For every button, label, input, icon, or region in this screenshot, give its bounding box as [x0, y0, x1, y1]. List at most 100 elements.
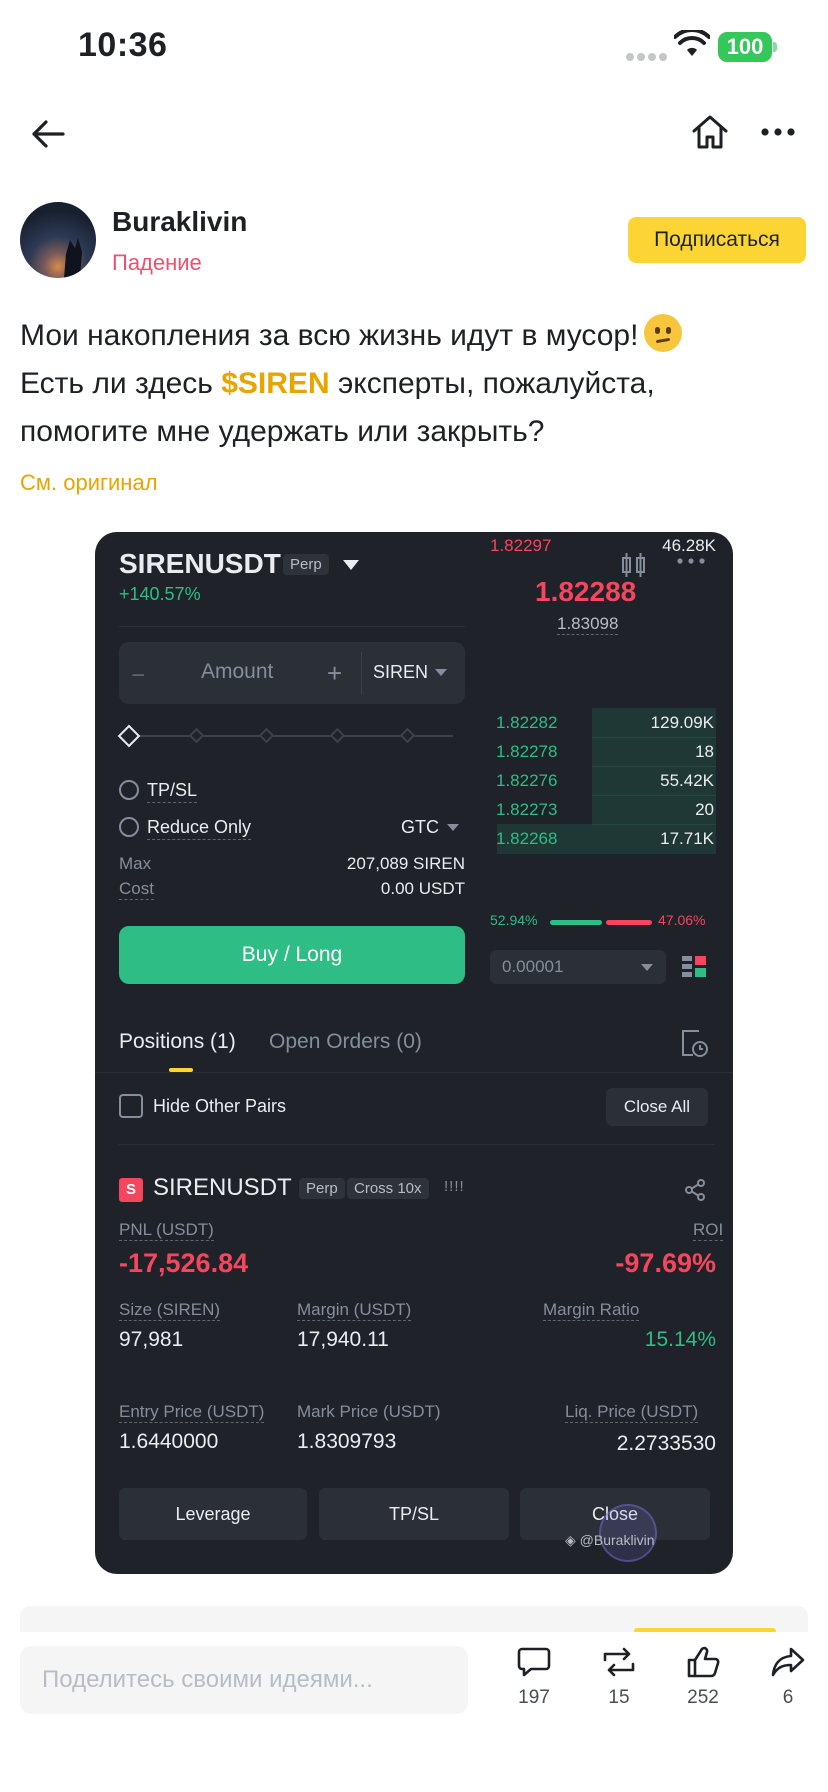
avatar[interactable]: [20, 202, 96, 278]
pnl-label: PNL (USDT): [119, 1220, 214, 1241]
slider-step: [188, 727, 205, 744]
perp-tag: Perp: [283, 554, 329, 575]
bid-price: 1.82278: [496, 742, 558, 761]
thumbs-up-icon: [687, 1646, 720, 1678]
bid-price: 1.82273: [496, 800, 558, 819]
margin-label: Margin (USDT): [297, 1300, 412, 1321]
status-time: 10:36: [78, 26, 168, 64]
author-name[interactable]: Buraklivin: [112, 206, 247, 238]
bid-row: 1.82278 18: [490, 737, 716, 767]
post-line-1: Мои накопления за всю жизнь идут в мусор…: [20, 319, 639, 352]
share-button[interactable]: 6: [758, 1646, 818, 1709]
chevron-down-icon: [447, 824, 459, 831]
mark-price: 1.83098: [557, 614, 619, 635]
comment-button[interactable]: 197: [504, 1646, 564, 1709]
like-button[interactable]: 252: [673, 1646, 733, 1709]
slider-step: [258, 727, 275, 744]
like-count: 252: [687, 1687, 719, 1708]
bid-qty: 17.71K: [660, 829, 714, 848]
margin-mode-tag: Cross 10x: [347, 1178, 429, 1199]
chevron-down-icon: [435, 669, 447, 676]
bid-price: 1.82282: [496, 713, 558, 732]
max-value: 207,089 SIREN: [346, 854, 465, 873]
price-change: +140.57%: [119, 584, 201, 604]
wifi-icon: [674, 30, 710, 56]
tpsl-label: TP/SL: [147, 780, 198, 803]
screenshot-more-icon: [677, 558, 705, 564]
bid-row: 1.82282 129.09K: [490, 708, 716, 738]
close-all-button: Close All: [606, 1088, 708, 1126]
comment-icon: [517, 1647, 551, 1677]
roi-value: -97.69%: [615, 1248, 716, 1278]
reduce-only-label: Reduce Only: [147, 817, 252, 840]
symbol-dropdown-icon: [343, 560, 359, 570]
slider-step: [329, 727, 346, 744]
ticker-link[interactable]: $SIREN: [221, 367, 329, 400]
back-arrow-icon[interactable]: [26, 112, 70, 156]
battery-indicator: 100: [718, 32, 772, 62]
buy-long-button: Buy / Long: [119, 926, 465, 984]
see-original-link[interactable]: См. оригинал: [20, 470, 158, 496]
amount-placeholder: Amount: [201, 660, 274, 683]
share-position-icon: [685, 1179, 705, 1201]
position-symbol: SIRENUSDT: [153, 1174, 292, 1201]
orderbook-layout-icon: [682, 956, 706, 977]
post-image[interactable]: SIRENUSDT Perp +140.57% − Amount + SIREN…: [95, 532, 733, 1574]
share-icon: [771, 1647, 805, 1677]
tick-size-select: 0.00001: [490, 950, 666, 984]
last-price: 1.82288: [535, 576, 637, 607]
reply-input[interactable]: Поделитесь своими идеями...: [20, 1646, 468, 1714]
bid-qty: 129.09K: [650, 713, 714, 732]
tpsl-radio: [119, 780, 139, 800]
repost-icon: [603, 1647, 635, 1677]
chevron-down-icon: [641, 964, 653, 971]
size-value: 97,981: [119, 1328, 184, 1351]
comment-count: 197: [518, 1687, 550, 1708]
amount-unit: SIREN: [373, 662, 429, 682]
orderbook-top-ask: 1.82297 46.28K: [490, 536, 716, 556]
time-in-force: GTC: [401, 817, 439, 837]
repost-button[interactable]: 15: [589, 1646, 649, 1709]
divider: [95, 1072, 733, 1073]
hide-other-pairs-checkbox: [119, 1094, 143, 1118]
divider: [119, 626, 465, 627]
bid-price: 1.82276: [496, 771, 558, 790]
more-options-icon[interactable]: [756, 110, 800, 154]
max-label: Max: [119, 854, 152, 873]
post-line-3: помогите мне удержать или закрыть?: [20, 415, 545, 448]
margin-value: 17,940.11: [297, 1328, 389, 1351]
bid-row: 1.82276 55.42K: [490, 766, 716, 796]
share-count: 6: [782, 1687, 794, 1708]
ask-price: 1.82297: [490, 536, 552, 555]
bid-row: 1.82268 17.71K: [490, 824, 716, 854]
ask-qty: 46.28K: [662, 536, 716, 555]
divider: [361, 652, 362, 694]
buy-ratio: 52.94%: [490, 912, 538, 928]
amount-plus: +: [327, 658, 343, 688]
tab-positions: Positions (1): [119, 1030, 236, 1053]
buy-ratio-bar: [550, 920, 602, 925]
cost-label: Cost: [119, 879, 154, 900]
roi-label: ROI: [693, 1220, 724, 1241]
post-line-2-start: Есть ли здесь: [20, 367, 222, 400]
screenshot-symbol: SIRENUSDT: [119, 548, 281, 579]
confused-face-emoji-icon: [644, 314, 683, 352]
position-perp-tag: Perp: [299, 1178, 345, 1199]
cost-value: 0.00 USDT: [380, 879, 465, 898]
bid-qty: 20: [695, 800, 714, 819]
follow-button[interactable]: Подписаться: [628, 217, 806, 263]
home-icon[interactable]: [688, 110, 732, 154]
slider-step: [399, 727, 416, 744]
sell-ratio-bar: [606, 920, 652, 925]
bid-qty: 55.42K: [660, 771, 714, 790]
short-badge: S: [119, 1178, 143, 1202]
repost-count: 15: [608, 1687, 630, 1708]
order-history-icon: [682, 1030, 708, 1057]
amount-minus: −: [131, 662, 146, 689]
sell-ratio: 47.06%: [658, 912, 706, 928]
author-sentiment: Падение: [112, 250, 202, 275]
post-line-2-end: эксперты, пожалуйста,: [329, 367, 655, 400]
tab-open-orders: Open Orders (0): [269, 1030, 422, 1053]
margin-ratio-value: 15.14%: [644, 1328, 716, 1351]
divider: [119, 1144, 715, 1145]
